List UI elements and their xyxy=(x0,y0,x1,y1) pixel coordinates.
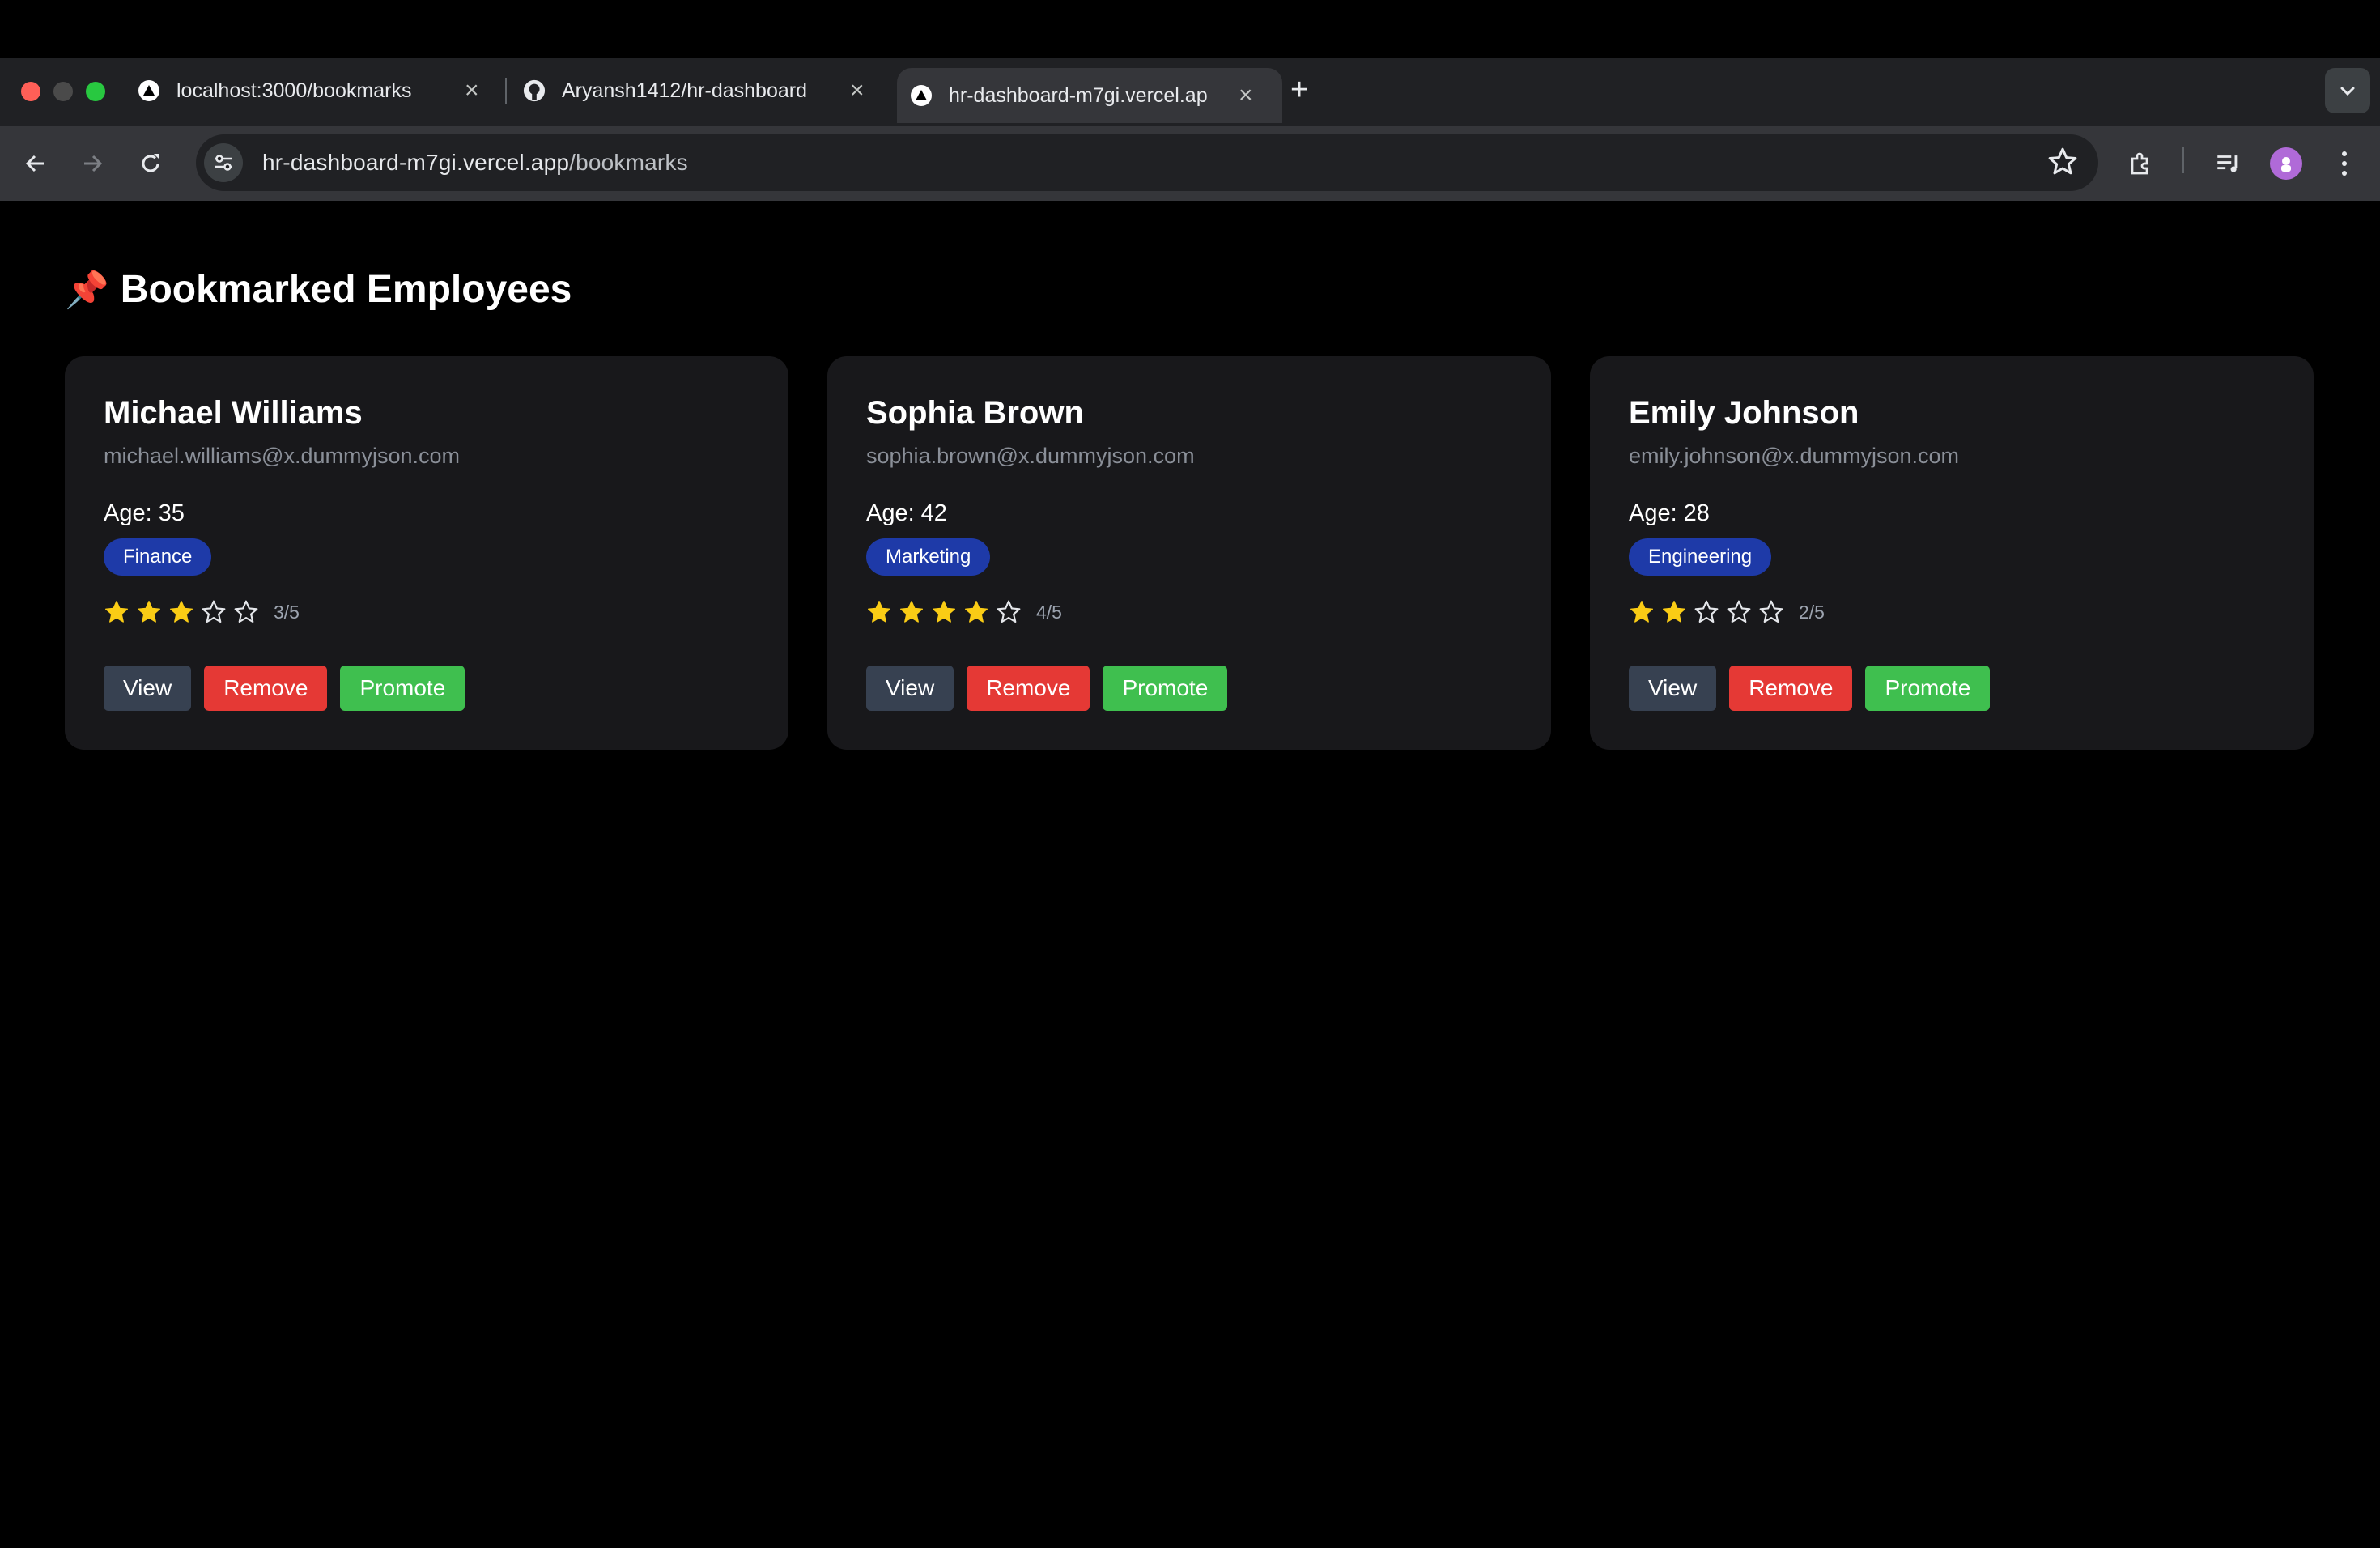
browser-tab[interactable]: localhost:3000/bookmarks × xyxy=(138,65,494,117)
promote-button[interactable]: Promote xyxy=(1865,666,1991,711)
media-controls-button[interactable] xyxy=(2210,146,2246,181)
arrow-right-icon xyxy=(84,155,103,172)
kebab-menu-icon xyxy=(2342,151,2347,176)
arrow-left-icon xyxy=(25,155,44,172)
page-title-text: Bookmarked Employees xyxy=(120,268,572,311)
tab-search-button[interactable] xyxy=(2325,68,2370,113)
browser-menu-button[interactable] xyxy=(2327,146,2362,181)
star-rating: 3/5 xyxy=(104,599,300,625)
window-maximize-button[interactable] xyxy=(86,82,105,101)
employee-age: Age: 42 xyxy=(866,500,947,527)
employee-name: Michael Williams xyxy=(104,395,363,431)
github-icon xyxy=(523,79,546,102)
bookmark-star-icon[interactable] xyxy=(2046,146,2079,182)
address-bar[interactable]: hr-dashboard-m7gi.vercel.app/bookmarks xyxy=(196,134,2098,191)
reload-button[interactable] xyxy=(133,146,168,181)
department-badge: Finance xyxy=(104,538,212,576)
department-badge: Marketing xyxy=(866,538,991,576)
age-label: Age: xyxy=(866,500,915,526)
age-value: 35 xyxy=(158,500,185,526)
star-rating: 4/5 xyxy=(866,599,1062,625)
new-tab-button[interactable]: + xyxy=(1290,73,1308,108)
star-filled-icon xyxy=(138,601,160,623)
toolbar-divider xyxy=(2182,147,2184,173)
pushpin-icon: 📌 xyxy=(65,270,109,310)
site-info-icon[interactable] xyxy=(204,143,243,182)
view-button[interactable]: View xyxy=(1629,666,1717,711)
remove-button[interactable]: Remove xyxy=(967,666,1090,711)
age-label: Age: xyxy=(1629,500,1677,526)
browser-toolbar: hr-dashboard-m7gi.vercel.app/bookmarks xyxy=(0,126,2380,201)
employee-card: Sophia Brown sophia.brown@x.dummyjson.co… xyxy=(827,356,1551,750)
back-button[interactable] xyxy=(18,146,53,181)
star-empty-icon xyxy=(1727,600,1751,623)
vercel-triangle-icon xyxy=(138,79,160,102)
employee-card: Michael Williams michael.williams@x.dumm… xyxy=(65,356,788,750)
tab-title: hr-dashboard-m7gi.vercel.ap xyxy=(949,83,1208,107)
browser-tab-active[interactable]: hr-dashboard-m7gi.vercel.ap × xyxy=(897,68,1282,123)
star-filled-icon xyxy=(868,601,890,623)
employee-email: emily.johnson@x.dummyjson.com xyxy=(1629,444,1960,468)
star-filled-icon xyxy=(1630,601,1653,623)
employee-name: Emily Johnson xyxy=(1629,395,1859,431)
extensions-button[interactable] xyxy=(2124,146,2160,181)
view-button[interactable]: View xyxy=(104,666,192,711)
card-actions: View Remove Promote xyxy=(1629,666,2003,711)
profile-button[interactable] xyxy=(2268,146,2304,181)
star-filled-icon xyxy=(933,601,955,623)
promote-button[interactable]: Promote xyxy=(340,666,465,711)
star-rating: 2/5 xyxy=(1629,599,1825,625)
url-text: hr-dashboard-m7gi.vercel.app/bookmarks xyxy=(262,150,688,176)
puzzle-icon xyxy=(2131,152,2148,175)
employee-name: Sophia Brown xyxy=(866,395,1084,431)
vercel-triangle-icon xyxy=(910,84,933,107)
view-button[interactable]: View xyxy=(866,666,954,711)
star-filled-icon xyxy=(170,601,193,623)
rating-text: 2/5 xyxy=(1799,601,1825,623)
os-top-bar xyxy=(0,0,2380,58)
star-empty-icon xyxy=(202,600,226,623)
url-host: hr-dashboard-m7gi.vercel.app xyxy=(262,150,570,175)
tab-close-icon[interactable]: × xyxy=(465,77,479,104)
tab-divider xyxy=(505,78,507,104)
employee-age: Age: 35 xyxy=(104,500,185,527)
age-label: Age: xyxy=(104,500,152,526)
department-badge: Engineering xyxy=(1629,538,1772,576)
employee-email: michael.williams@x.dummyjson.com xyxy=(104,444,461,468)
remove-button[interactable]: Remove xyxy=(204,666,328,711)
window-minimize-button[interactable] xyxy=(53,82,73,101)
employee-card: Emily Johnson emily.johnson@x.dummyjson.… xyxy=(1590,356,2314,750)
rating-text: 4/5 xyxy=(1036,601,1062,623)
card-actions: View Remove Promote xyxy=(866,666,1240,711)
star-empty-icon xyxy=(234,600,258,623)
card-actions: View Remove Promote xyxy=(104,666,478,711)
url-path: /bookmarks xyxy=(569,150,688,175)
remove-button[interactable]: Remove xyxy=(1729,666,1853,711)
promote-button[interactable]: Promote xyxy=(1103,666,1228,711)
employee-email: sophia.brown@x.dummyjson.com xyxy=(866,444,1195,468)
playlist-icon xyxy=(2217,155,2238,172)
reload-icon xyxy=(142,154,159,172)
star-filled-icon xyxy=(900,601,923,623)
star-empty-icon xyxy=(997,600,1021,623)
window-close-button[interactable] xyxy=(21,82,40,101)
age-value: 28 xyxy=(1683,500,1710,526)
tab-close-icon[interactable]: × xyxy=(850,77,865,104)
rating-text: 3/5 xyxy=(274,601,300,623)
browser-tab[interactable]: Aryansh1412/hr-dashboard × xyxy=(523,65,879,117)
star-empty-icon xyxy=(1694,600,1719,623)
tab-title: Aryansh1412/hr-dashboard xyxy=(562,79,807,102)
age-value: 42 xyxy=(920,500,947,526)
star-filled-icon xyxy=(1663,601,1685,623)
avatar xyxy=(2270,147,2302,180)
chevron-down-icon xyxy=(2340,87,2355,96)
tab-title: localhost:3000/bookmarks xyxy=(176,79,412,102)
page-title: 📌 Bookmarked Employees xyxy=(65,267,572,312)
star-filled-icon xyxy=(105,601,128,623)
employee-age: Age: 28 xyxy=(1629,500,1710,527)
star-empty-icon xyxy=(1759,600,1783,623)
forward-button[interactable] xyxy=(74,146,110,181)
star-filled-icon xyxy=(965,601,988,623)
tab-close-icon[interactable]: × xyxy=(1239,82,1253,109)
